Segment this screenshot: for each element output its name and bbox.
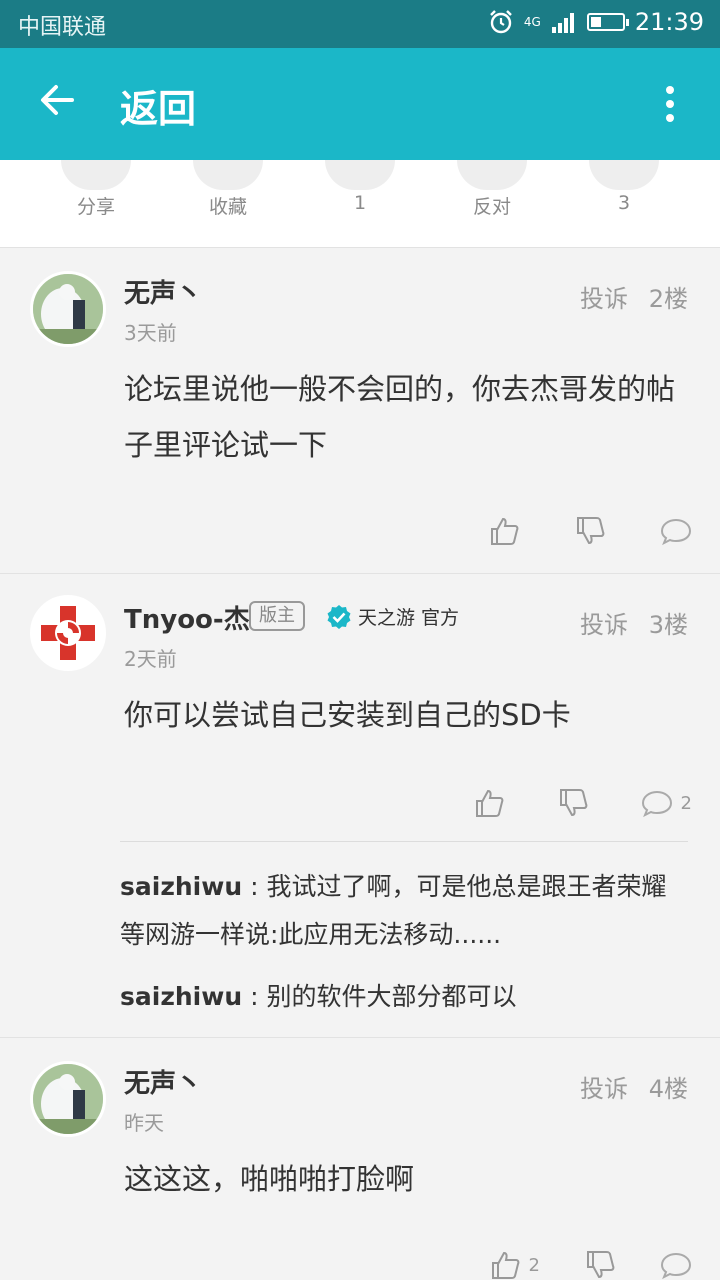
username[interactable]: Tnyoo-杰 bbox=[124, 599, 250, 636]
like-icon bbox=[325, 160, 395, 190]
report-link[interactable]: 投诉 bbox=[580, 605, 628, 640]
app-bar: 返回 bbox=[0, 48, 720, 160]
reply-divider bbox=[120, 841, 688, 842]
like-button[interactable]: 2 bbox=[489, 1249, 540, 1280]
verified-tag: 天之游 官方 bbox=[326, 603, 459, 630]
comment-button[interactable]: 3 bbox=[564, 160, 684, 214]
post-content: 论坛里说他一般不会回的，你去杰哥发的帖子里评论试一下 bbox=[124, 372, 676, 462]
username[interactable]: 无声丶 bbox=[124, 1063, 202, 1100]
thumbs-down-icon[interactable] bbox=[574, 515, 606, 547]
post-floor-4: 无声丶 昨天 投诉 4楼 这这这，啪啪啪打脸啊 2 bbox=[0, 1039, 720, 1280]
report-link[interactable]: 投诉 bbox=[580, 1069, 628, 1104]
floor-number: 2楼 bbox=[648, 285, 688, 313]
network-type: 4G bbox=[523, 15, 541, 29]
moderator-badge: 版主 bbox=[249, 601, 305, 631]
like-count: 2 bbox=[528, 1254, 540, 1276]
back-title[interactable]: 返回 bbox=[120, 78, 196, 133]
oppose-icon bbox=[457, 160, 527, 190]
thumbs-up-icon[interactable] bbox=[488, 515, 520, 547]
favorite-button[interactable]: 收藏 bbox=[168, 160, 288, 219]
post-actions bbox=[488, 515, 692, 547]
verified-label: 天之游 官方 bbox=[358, 607, 460, 629]
post-time: 3天前 bbox=[124, 321, 177, 345]
clock: 21:39 bbox=[634, 8, 704, 36]
action-row: 分享 收藏 1 反对 3 bbox=[0, 160, 720, 248]
floor-number: 4楼 bbox=[648, 1075, 688, 1103]
comment-count: 3 bbox=[617, 192, 631, 214]
thumbs-up-icon bbox=[491, 1251, 519, 1279]
thumbs-up-icon[interactable] bbox=[473, 787, 505, 819]
comment-bubble-icon[interactable] bbox=[660, 515, 692, 547]
avatar[interactable] bbox=[30, 595, 106, 671]
oppose-label: 反对 bbox=[472, 196, 511, 218]
comment-bubble-icon[interactable] bbox=[660, 1249, 692, 1280]
comment-button[interactable]: 2 bbox=[641, 787, 692, 819]
share-label: 分享 bbox=[76, 196, 115, 218]
post-content: 这这这，啪啪啪打脸啊 bbox=[124, 1162, 415, 1196]
signal-icon bbox=[551, 13, 574, 33]
post-floor-3: Tnyoo-杰 版主 天之游 官方 2天前 投诉 3楼 你可以尝试自己安装到自己… bbox=[0, 575, 720, 1038]
thumbs-down-icon[interactable] bbox=[557, 787, 589, 819]
reply-text: 别的软件大部分都可以 bbox=[266, 982, 517, 1011]
alarm-icon bbox=[490, 10, 512, 34]
reply-separator: : bbox=[242, 872, 267, 901]
oppose-button[interactable]: 反对 bbox=[432, 160, 552, 219]
share-button[interactable]: 分享 bbox=[36, 160, 156, 219]
back-arrow-icon[interactable] bbox=[36, 78, 80, 122]
post-time: 昨天 bbox=[124, 1111, 164, 1135]
reply-separator: : bbox=[242, 982, 267, 1011]
avatar[interactable] bbox=[30, 271, 106, 347]
more-menu-icon[interactable] bbox=[664, 86, 676, 122]
comment-bubble-icon bbox=[641, 790, 672, 818]
reply-user[interactable]: saizhiwu bbox=[120, 982, 242, 1011]
share-icon bbox=[61, 160, 131, 190]
avatar[interactable] bbox=[30, 1061, 106, 1137]
thumbs-down-icon[interactable] bbox=[584, 1249, 616, 1280]
username[interactable]: 无声丶 bbox=[124, 273, 202, 310]
verified-icon bbox=[327, 604, 351, 629]
like-count: 1 bbox=[353, 192, 367, 214]
report-link[interactable]: 投诉 bbox=[580, 279, 628, 314]
comment-count: 2 bbox=[680, 792, 692, 814]
status-bar: 中国联通 4G 21:39 bbox=[0, 0, 720, 48]
carrier-name: 中国联通 bbox=[18, 15, 107, 40]
post-content: 你可以尝试自己安装到自己的SD卡 bbox=[124, 698, 571, 732]
battery-icon bbox=[586, 13, 629, 31]
floor-number: 3楼 bbox=[648, 611, 688, 639]
post-floor-2: 无声丶 3天前 投诉 2楼 论坛里说他一般不会回的，你去杰哥发的帖子里评论试一下 bbox=[0, 249, 720, 574]
like-button[interactable]: 1 bbox=[300, 160, 420, 214]
reply-user[interactable]: saizhiwu bbox=[120, 872, 242, 901]
favorite-icon bbox=[193, 160, 263, 190]
favorite-label: 收藏 bbox=[208, 196, 247, 218]
reply-item[interactable]: saizhiwu : 我试过了啊，可是他总是跟王者荣耀等网游一样说:此应用无法移… bbox=[120, 863, 690, 959]
post-actions: 2 bbox=[473, 787, 692, 819]
post-time: 2天前 bbox=[124, 647, 177, 671]
comment-icon bbox=[589, 160, 659, 190]
post-actions: 2 bbox=[489, 1249, 692, 1280]
reply-item[interactable]: saizhiwu : 别的软件大部分都可以 bbox=[120, 973, 690, 1021]
